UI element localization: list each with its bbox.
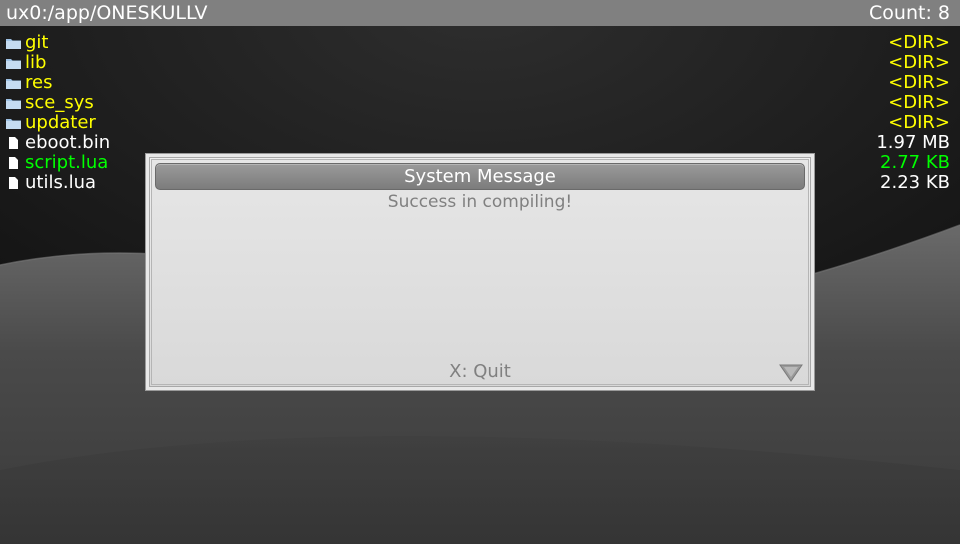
file-icon — [9, 177, 18, 189]
file-row-lib[interactable]: lib <DIR> — [0, 53, 960, 73]
file-row-sce-sys[interactable]: sce_sys <DIR> — [0, 93, 960, 113]
file-icon — [9, 137, 18, 149]
file-name: git — [25, 32, 49, 53]
file-row-updater[interactable]: updater <DIR> — [0, 113, 960, 133]
dialog-title: System Message — [404, 166, 556, 187]
file-name: res — [25, 72, 53, 93]
file-row-res[interactable]: res <DIR> — [0, 73, 960, 93]
file-size: <DIR> — [888, 112, 950, 133]
current-path: ux0:/app/ONESKULLV — [6, 2, 208, 24]
file-size: <DIR> — [888, 32, 950, 53]
file-size: <DIR> — [888, 92, 950, 113]
item-count: Count: 8 — [869, 2, 950, 24]
file-row-eboot-bin[interactable]: eboot.bin 1.97 MB — [0, 133, 960, 153]
folder-icon — [6, 99, 21, 109]
dialog-title-bar: System Message — [155, 163, 805, 190]
file-size: 2.77 KB — [880, 152, 950, 173]
file-name: updater — [25, 112, 96, 133]
file-name: lib — [25, 52, 47, 73]
file-name: utils.lua — [25, 172, 97, 193]
quit-hint[interactable]: X: Quit — [146, 360, 814, 384]
file-row-git[interactable]: git <DIR> — [0, 33, 960, 53]
file-size: <DIR> — [888, 52, 950, 73]
dialog-message: Success in compiling! — [387, 192, 573, 212]
file-size: <DIR> — [888, 72, 950, 93]
file-name: eboot.bin — [25, 132, 111, 153]
file-icon — [9, 157, 18, 169]
file-name: sce_sys — [25, 92, 94, 113]
folder-icon — [6, 59, 21, 69]
system-message-dialog: System Message Success in compiling! X: … — [145, 153, 815, 391]
folder-icon — [6, 39, 21, 49]
triangle-down-icon — [779, 364, 803, 382]
vita-shell-screen: ux0:/app/ONESKULLV Count: 8 git <DIR> li… — [0, 0, 960, 544]
folder-icon — [6, 79, 21, 89]
file-name: script.lua — [25, 152, 109, 173]
file-size: 2.23 KB — [880, 172, 950, 193]
top-bar: ux0:/app/ONESKULLV Count: 8 — [0, 0, 960, 26]
folder-icon — [6, 119, 21, 129]
file-size: 1.97 MB — [876, 132, 950, 153]
